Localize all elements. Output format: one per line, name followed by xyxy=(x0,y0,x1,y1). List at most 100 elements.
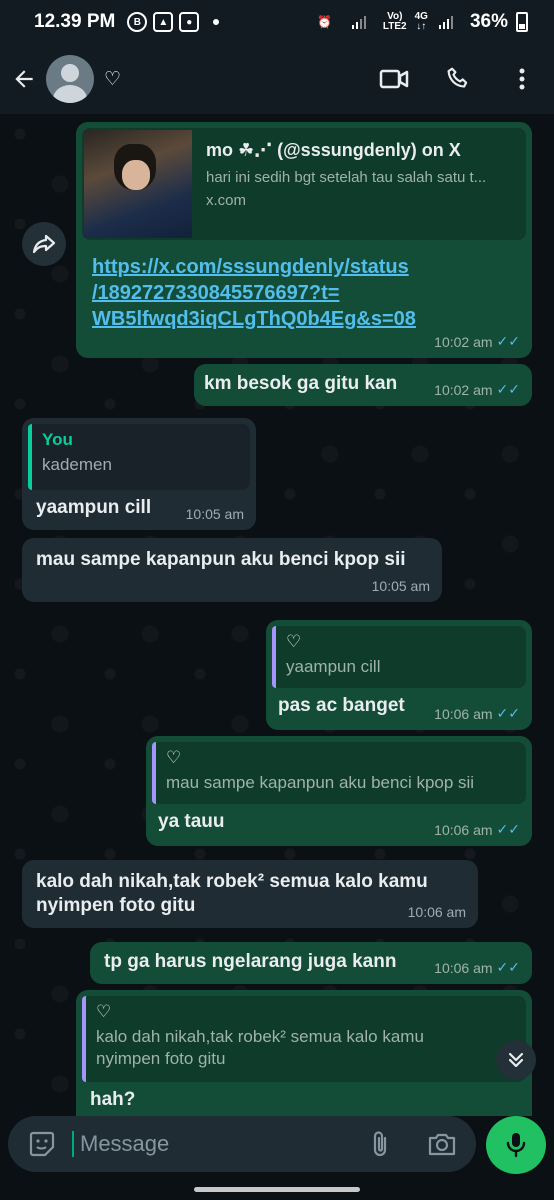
message-bubble[interactable]: ♡ kalo dah nikah,tak robek² semua kalo k… xyxy=(76,990,532,1116)
message-bubble[interactable]: mau sampe kapanpun aku benci kpop sii 10… xyxy=(22,538,442,602)
quoted-message[interactable]: You kademen xyxy=(28,424,250,490)
link-preview-description: hari ini sedih bgt setelah tau salah sat… xyxy=(206,169,487,186)
camera-icon xyxy=(428,1133,456,1156)
volte-bottom: LTE2 xyxy=(382,21,407,32)
quote-text: yaampun cill xyxy=(286,657,381,676)
message-bubble[interactable]: You kademen yaampun cill 10:05 am xyxy=(22,418,256,530)
quote-author: ♡ xyxy=(166,748,182,767)
read-tick-icon: ✓✓ xyxy=(496,333,520,349)
message-time: 10:06 am xyxy=(434,821,493,838)
message-meta: 10:05 am xyxy=(186,506,244,522)
arrow-left-icon xyxy=(15,70,33,88)
link-preview-domain: x.com xyxy=(206,192,247,209)
attach-icon xyxy=(373,1131,387,1157)
voice-call-icon xyxy=(447,67,468,88)
input-bar xyxy=(0,1116,554,1176)
read-tick-icon: ✓✓ xyxy=(496,705,520,721)
more-icon xyxy=(519,68,525,90)
video-call-button[interactable] xyxy=(362,54,426,104)
message-text-line-1: kalo dah nikah,tak robek² semua kalo kam… xyxy=(36,871,428,892)
quote-author: ♡ xyxy=(286,632,302,651)
message-time: 10:05 am xyxy=(371,578,430,594)
forward-button[interactable] xyxy=(22,222,66,266)
message-text: mau sampe kapanpun aku benci kpop sii xyxy=(36,549,406,570)
quote-text: mau sampe kapanpun aku benci kpop sii xyxy=(166,773,475,792)
battery-percent: 36% xyxy=(469,11,508,32)
signal-2-icon xyxy=(436,12,456,32)
message-input-box[interactable] xyxy=(8,1116,476,1172)
link-preview-info: mo ☘︎⋰ (@sssungdenly) on X hari ini sedi… xyxy=(194,128,498,240)
read-tick-icon: ✓✓ xyxy=(496,821,520,837)
url-line-1: https://x.com/sssungdenly/status xyxy=(92,256,409,278)
link-preview-thumbnail xyxy=(84,130,192,238)
contact-avatar[interactable] xyxy=(46,55,94,103)
volte-label: Vo) LTE2 xyxy=(383,12,407,32)
message-input[interactable] xyxy=(72,1131,342,1157)
header-actions xyxy=(362,54,554,104)
battery-icon xyxy=(516,12,528,32)
read-tick-icon: ✓✓ xyxy=(496,381,520,397)
network-4g-label: 4G ↓↑ xyxy=(414,11,428,32)
read-tick-icon: ✓✓ xyxy=(496,959,520,975)
message-time: 10:06 am xyxy=(434,705,493,722)
quoted-message[interactable]: ♡ kalo dah nikah,tak robek² semua kalo k… xyxy=(82,996,526,1082)
back-button[interactable] xyxy=(2,57,46,101)
quoted-message[interactable]: ♡ mau sampe kapanpun aku benci kpop sii xyxy=(152,742,526,804)
message-text: ya tauu xyxy=(158,811,225,832)
message-bubble[interactable]: ♡ mau sampe kapanpun aku benci kpop sii … xyxy=(146,736,532,846)
message-time: 10:06 am xyxy=(434,959,493,976)
signal-1-icon xyxy=(349,12,369,32)
sticker-icon xyxy=(29,1131,55,1157)
double-chevron-down-icon xyxy=(508,1052,524,1068)
url-line-3: WB5lfwqd3iqCLgThQ0b4Eg&s=08 xyxy=(92,308,416,330)
message-time: 10:05 am xyxy=(185,506,244,522)
quote-text-line-2: nyimpen foto gitu xyxy=(96,1049,226,1068)
message-bubble[interactable]: kalo dah nikah,tak robek² semua kalo kam… xyxy=(22,860,478,928)
message-meta: 10:06 am ✓✓ xyxy=(434,959,520,976)
message-time: 10:02 am xyxy=(434,381,493,398)
message-text: yaampun cill xyxy=(36,497,152,518)
quote-author: You xyxy=(42,430,73,449)
voice-call-button[interactable] xyxy=(426,54,490,104)
message-text: km besok ga gitu kan xyxy=(204,373,398,394)
camera-button[interactable] xyxy=(422,1124,462,1164)
network-4g-text: 4G xyxy=(414,11,428,22)
forward-icon xyxy=(32,234,56,254)
quoted-message[interactable]: ♡ yaampun cill xyxy=(272,626,526,688)
message-text-line-2: nyimpen foto gitu xyxy=(36,895,196,916)
attach-button[interactable] xyxy=(360,1124,400,1164)
voice-message-button[interactable] xyxy=(486,1116,546,1174)
link-preview-card[interactable]: mo ☘︎⋰ (@sssungdenly) on X hari ini sedi… xyxy=(82,128,526,240)
instagram-icon: ● xyxy=(179,12,200,32)
status-time: 12.39 PM xyxy=(34,11,116,32)
link-preview-title: mo ☘︎⋰ (@sssungdenly) on X xyxy=(206,140,461,160)
b-icon: B xyxy=(127,12,148,32)
contact-name[interactable]: ♡ xyxy=(104,68,121,91)
chat-area[interactable]: mo ☘︎⋰ (@sssungdenly) on X hari ini sedi… xyxy=(0,114,554,1116)
more-options-button[interactable] xyxy=(490,54,554,104)
message-meta: 10:06 am ✓✓ xyxy=(434,705,520,722)
scroll-to-bottom-button[interactable] xyxy=(496,1040,536,1080)
message-meta: 10:02 am ✓✓ xyxy=(434,381,520,398)
message-meta: 10:06 am ✓✓ xyxy=(434,821,520,838)
notification-dot-icon xyxy=(213,19,220,25)
message-bubble[interactable]: tp ga harus ngelarang juga kann 10:06 am… xyxy=(90,942,532,984)
message-time: 10:06 am xyxy=(407,904,466,920)
quote-text-line-1: kalo dah nikah,tak robek² semua kalo kam… xyxy=(96,1027,424,1046)
navigation-bar xyxy=(0,1176,554,1200)
message-meta: 10:02 am ✓✓ xyxy=(434,333,520,350)
message-text: pas ac banget xyxy=(278,695,405,716)
message-link[interactable]: mo ☘︎⋰ (@sssungdenly) on X hari ini sedi… xyxy=(76,122,532,358)
message-bubble[interactable]: ♡ yaampun cill pas ac banget 10:06 am ✓✓ xyxy=(266,620,532,730)
message-time: 10:02 am xyxy=(434,333,493,350)
message-bubble[interactable]: km besok ga gitu kan 10:02 am ✓✓ xyxy=(194,364,532,406)
sticker-button[interactable] xyxy=(22,1124,62,1164)
message-text: tp ga harus ngelarang juga kann xyxy=(104,951,397,972)
gallery-icon: ▲ xyxy=(153,12,174,32)
home-handle[interactable] xyxy=(194,1187,360,1192)
message-text: hah? xyxy=(90,1089,136,1110)
url-line-2: /1892727330845576697?t= xyxy=(92,282,340,304)
alarm-icon: ⏰ xyxy=(317,15,333,29)
quote-author: ♡ xyxy=(96,1002,112,1021)
message-url-link[interactable]: https://x.com/sssungdenly/status /189272… xyxy=(90,254,526,332)
